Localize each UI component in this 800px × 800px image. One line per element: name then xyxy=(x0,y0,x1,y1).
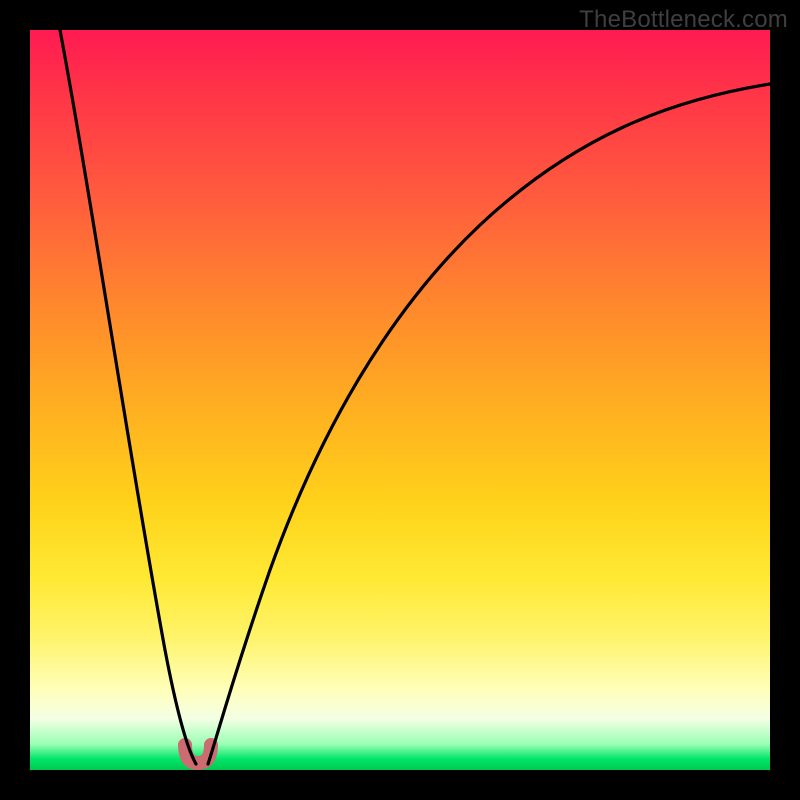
curve-left xyxy=(60,30,196,764)
curve-layer xyxy=(30,30,770,770)
curve-right xyxy=(208,84,770,764)
chart-frame: TheBottleneck.com xyxy=(0,0,800,800)
plot-area xyxy=(30,30,770,770)
